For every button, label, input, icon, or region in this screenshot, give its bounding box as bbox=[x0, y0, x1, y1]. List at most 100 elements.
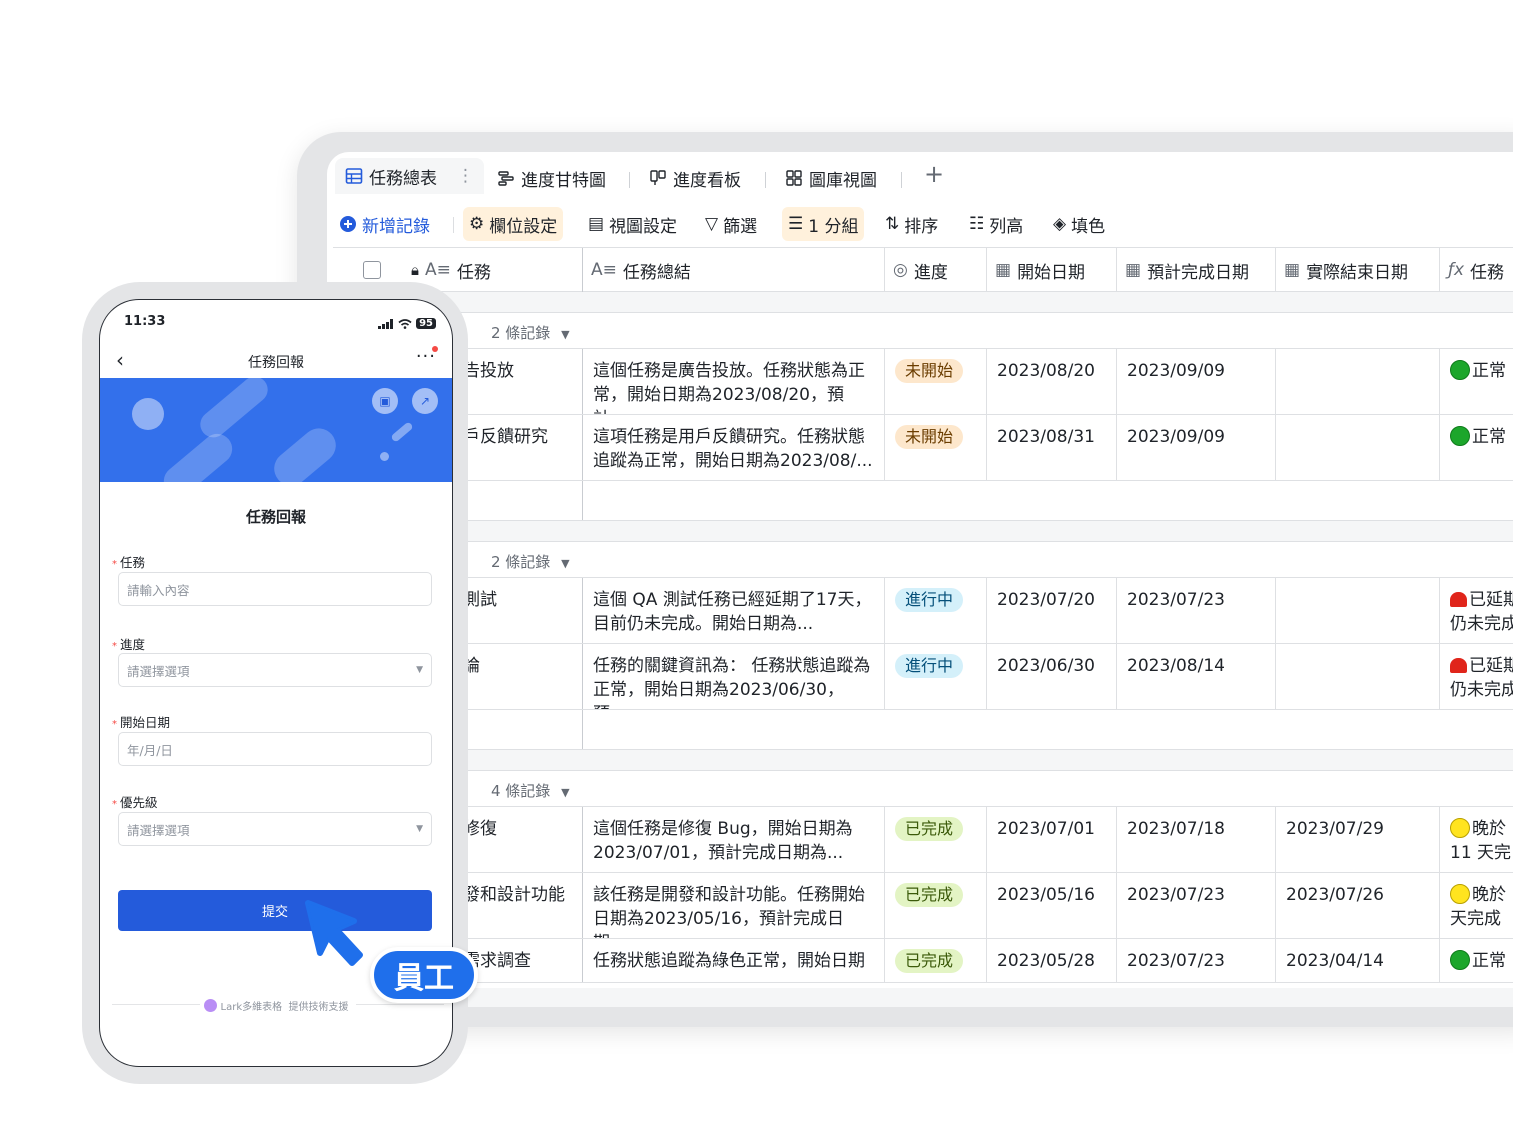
column-header-task-health[interactable]: ƒx 任務 bbox=[1440, 248, 1513, 292]
start-date-input[interactable]: 年/月/日 bbox=[118, 732, 432, 766]
tab-label: 圖庫視圖 bbox=[809, 170, 877, 191]
empty-add-row[interactable] bbox=[333, 481, 1513, 521]
table-row[interactable]: 測試 這個 QA 測試任務已經延期了17天，目前仍未完成。開始日期為... 進行… bbox=[333, 578, 1513, 644]
plus-circle-icon bbox=[340, 216, 356, 232]
add-record-button[interactable]: 新增記錄 bbox=[333, 207, 436, 241]
caret-down-icon[interactable]: ▼ bbox=[561, 786, 569, 799]
group-record-count: 4 條記錄 ▼ bbox=[491, 782, 570, 800]
column-label: 實際結束日期 bbox=[1306, 262, 1409, 283]
caret-down-icon[interactable]: ▼ bbox=[561, 328, 569, 341]
tab-task-table[interactable]: 任務總表 ⋮ bbox=[335, 158, 484, 194]
health-cell[interactable]: 正常 bbox=[1440, 415, 1513, 480]
fill-color-button[interactable]: ◈ 填色 bbox=[1047, 207, 1111, 241]
progress-cell[interactable]: 已完成 bbox=[885, 807, 987, 872]
progress-cell[interactable]: 進行中 bbox=[885, 578, 987, 643]
health-cell[interactable]: 正常 bbox=[1440, 939, 1513, 982]
actual-date-cell[interactable] bbox=[1276, 349, 1440, 414]
filter-button[interactable]: ▽ 篩選 bbox=[699, 207, 763, 241]
progress-cell[interactable]: 進行中 bbox=[885, 644, 987, 709]
tab-gallery[interactable]: 圖庫視圖 bbox=[785, 162, 877, 194]
row-height-icon: ☷ bbox=[969, 214, 985, 234]
start-date-cell[interactable]: 2023/08/31 bbox=[987, 415, 1117, 480]
health-label: 晚於 bbox=[1472, 885, 1506, 905]
group-header[interactable]: 4 條記錄 ▼ bbox=[333, 770, 1513, 807]
summary-cell[interactable]: 這個任務是修復 Bug，開始日期為2023/07/01，預計完成日期為... bbox=[583, 807, 885, 872]
status-tag: 未開始 bbox=[895, 425, 964, 449]
summary-cell[interactable]: 任務的關鍵資訊為： 任務狀態追蹤為正常，開始日期為2023/06/30，預... bbox=[583, 644, 885, 709]
health-cell[interactable]: 晚於 11 天完 bbox=[1440, 807, 1513, 872]
progress-cell[interactable]: 未開始 bbox=[885, 349, 987, 414]
progress-cell[interactable]: 已完成 bbox=[885, 873, 987, 938]
task-input[interactable]: 請輸入內容 bbox=[118, 572, 432, 606]
column-header-progress[interactable]: ◎ 進度 bbox=[885, 248, 987, 292]
planned-date-cell[interactable]: 2023/07/23 bbox=[1117, 578, 1276, 643]
view-settings-button[interactable]: ▤ 視圖設定 bbox=[582, 207, 683, 241]
planned-date-cell[interactable]: 2023/07/23 bbox=[1117, 939, 1276, 982]
planned-date-cell[interactable]: 2023/09/09 bbox=[1117, 349, 1276, 414]
group-button[interactable]: ☰ 1 分組 bbox=[782, 207, 865, 241]
progress-cell[interactable]: 未開始 bbox=[885, 415, 987, 480]
form-banner: ▣ ↗ bbox=[100, 378, 452, 482]
table-row[interactable]: 需求調查 任務狀態追蹤為綠色正常，開始日期 已完成 2023/05/28 202… bbox=[333, 939, 1513, 983]
planned-date-cell[interactable]: 2023/08/14 bbox=[1117, 644, 1276, 709]
more-vertical-icon[interactable]: ⋮ bbox=[457, 166, 474, 186]
health-cell[interactable]: 已延期 仍未完成 bbox=[1440, 578, 1513, 643]
tab-label: 進度看板 bbox=[673, 170, 741, 191]
table-row[interactable]: 論 任務的關鍵資訊為： 任務狀態追蹤為正常，開始日期為2023/06/30，預.… bbox=[333, 644, 1513, 710]
health-cell[interactable]: 已延期 仍未完成 bbox=[1440, 644, 1513, 709]
caret-down-icon[interactable]: ▼ bbox=[561, 557, 569, 570]
empty-add-row[interactable] bbox=[333, 710, 1513, 750]
sort-button[interactable]: ⇅ 排序 bbox=[879, 207, 944, 241]
column-header-summary[interactable]: A≡ 任務總結 bbox=[583, 248, 885, 292]
table-row[interactable]: 戶反饋研究 這項任務是用戶反饋研究。任務狀態追蹤為正常，開始日期為2023/08… bbox=[333, 415, 1513, 481]
planned-date-cell[interactable]: 2023/07/23 bbox=[1117, 873, 1276, 938]
start-date-cell[interactable]: 2023/05/16 bbox=[987, 873, 1117, 938]
start-date-cell[interactable]: 2023/06/30 bbox=[987, 644, 1117, 709]
priority-select[interactable]: 請選擇選項 ▼ bbox=[118, 812, 432, 846]
summary-cell[interactable]: 任務狀態追蹤為綠色正常，開始日期 bbox=[583, 939, 885, 982]
summary-cell[interactable]: 該任務是開發和設計功能。任務開始日期為2023/05/16，預計完成日期... bbox=[583, 873, 885, 938]
group-spacer bbox=[333, 521, 1513, 541]
view-settings-label: 視圖設定 bbox=[609, 216, 678, 237]
actual-date-cell[interactable]: 2023/07/29 bbox=[1276, 807, 1440, 872]
submit-button[interactable]: 提交 bbox=[118, 890, 432, 931]
health-cell[interactable]: 晚於 天完成 bbox=[1440, 873, 1513, 938]
share-icon[interactable]: ↗ bbox=[412, 388, 438, 414]
tab-gantt[interactable]: 進度甘特圖 bbox=[497, 162, 606, 194]
calendar-icon: ▦ bbox=[1125, 260, 1142, 280]
tab-kanban[interactable]: 進度看板 bbox=[649, 162, 741, 194]
filter-label: 篩選 bbox=[723, 216, 758, 237]
progress-cell[interactable]: 已完成 bbox=[885, 939, 987, 982]
actual-date-cell[interactable] bbox=[1276, 644, 1440, 709]
row-height-button[interactable]: ☷ 列高 bbox=[963, 207, 1029, 241]
start-date-cell[interactable]: 2023/08/20 bbox=[987, 349, 1117, 414]
actual-date-cell[interactable] bbox=[1276, 415, 1440, 480]
group-header[interactable]: 2 條記錄 ▼ bbox=[333, 541, 1513, 578]
planned-date-cell[interactable]: 2023/09/09 bbox=[1117, 415, 1276, 480]
form-title: 任務回報 bbox=[245, 508, 306, 526]
column-header-start-date[interactable]: ▦ 開始日期 bbox=[987, 248, 1117, 292]
start-date-cell[interactable]: 2023/05/28 bbox=[987, 939, 1117, 982]
field-settings-button[interactable]: ⚙ 欄位設定 bbox=[463, 207, 564, 241]
tab-divider bbox=[629, 172, 630, 188]
column-header-actual-end-date[interactable]: ▦ 實際結束日期 bbox=[1276, 248, 1440, 292]
summary-cell[interactable]: 這項任務是用戶反饋研究。任務狀態追蹤為正常，開始日期為2023/08/... bbox=[583, 415, 885, 480]
actual-date-cell[interactable]: 2023/07/26 bbox=[1276, 873, 1440, 938]
group-header[interactable]: 2 條記錄 ▼ bbox=[333, 312, 1513, 349]
actual-date-cell[interactable] bbox=[1276, 578, 1440, 643]
start-date-cell[interactable]: 2023/07/20 bbox=[987, 578, 1117, 643]
summary-cell[interactable]: 這個任務是廣告投放。任務狀態為正常，開始日期為2023/08/20，預計... bbox=[583, 349, 885, 414]
progress-select[interactable]: 請選擇選項 ▼ bbox=[118, 653, 432, 687]
actual-date-cell[interactable]: 2023/04/14 bbox=[1276, 939, 1440, 982]
image-icon[interactable]: ▣ bbox=[372, 388, 398, 414]
add-view-icon[interactable]: + bbox=[924, 160, 944, 188]
planned-date-cell[interactable]: 2023/07/18 bbox=[1117, 807, 1276, 872]
start-date-cell[interactable]: 2023/07/01 bbox=[987, 807, 1117, 872]
health-cell[interactable]: 正常 bbox=[1440, 349, 1513, 414]
table-row[interactable]: 修復 這個任務是修復 Bug，開始日期為2023/07/01，預計完成日期為..… bbox=[333, 807, 1513, 873]
select-all-checkbox[interactable] bbox=[363, 261, 381, 279]
table-row[interactable]: 告投放 這個任務是廣告投放。任務狀態為正常，開始日期為2023/08/20，預計… bbox=[333, 349, 1513, 415]
column-header-planned-date[interactable]: ▦ 預計完成日期 bbox=[1117, 248, 1276, 292]
summary-cell[interactable]: 這個 QA 測試任務已經延期了17天，目前仍未完成。開始日期為... bbox=[583, 578, 885, 643]
table-row[interactable]: 發和設計功能 該任務是開發和設計功能。任務開始日期為2023/05/16，預計完… bbox=[333, 873, 1513, 939]
